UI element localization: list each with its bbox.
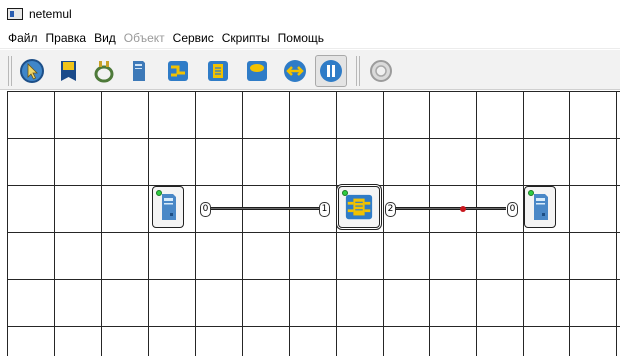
app-icon — [7, 7, 23, 20]
computer-device[interactable] — [524, 186, 556, 228]
settings-icon — [370, 60, 392, 82]
computer-icon — [133, 61, 145, 81]
hub-button[interactable] — [162, 55, 194, 87]
menu-scripts[interactable]: Скрипты — [218, 27, 274, 49]
menu-help[interactable]: Помощь — [274, 27, 328, 49]
menu-view[interactable]: Вид — [90, 27, 120, 49]
pause-button[interactable] — [315, 55, 347, 87]
hub-icon — [168, 61, 188, 81]
toolbar-handle[interactable] — [8, 56, 12, 86]
port-label[interactable]: 0 — [507, 202, 518, 217]
port-label[interactable]: 0 — [200, 202, 211, 217]
network-canvas[interactable]: 0 1 2 0 — [7, 91, 620, 356]
select-tool-icon — [20, 59, 44, 83]
port-label[interactable]: 1 — [319, 202, 330, 217]
cable-link[interactable] — [393, 207, 506, 210]
computer-device[interactable] — [152, 186, 184, 228]
switch-button[interactable] — [202, 55, 234, 87]
router-button[interactable] — [241, 55, 273, 87]
settings-button[interactable] — [365, 55, 397, 87]
text-note-icon — [61, 61, 76, 81]
select-tool-button[interactable] — [16, 55, 48, 87]
switch-icon — [345, 194, 373, 220]
pause-icon — [320, 60, 342, 82]
switch-icon — [208, 61, 228, 81]
router-icon — [247, 61, 267, 81]
menu-bar: Файл Правка Вид Объект Сервис Скрипты По… — [0, 27, 620, 49]
toolbar — [0, 50, 620, 90]
cable-icon — [94, 61, 114, 83]
cable-link[interactable] — [207, 207, 319, 210]
window-title: netemul — [29, 6, 72, 21]
title-bar: netemul — [0, 0, 620, 27]
text-note-button[interactable] — [53, 55, 85, 87]
cable-button[interactable] — [88, 55, 120, 87]
send-button[interactable] — [279, 55, 311, 87]
menu-service[interactable]: Сервис — [169, 27, 218, 49]
packet-marker — [460, 206, 466, 212]
switch-device[interactable] — [338, 186, 380, 228]
menu-edit[interactable]: Правка — [42, 27, 91, 49]
port-label[interactable]: 2 — [385, 202, 396, 217]
send-icon — [284, 60, 306, 82]
status-led — [342, 190, 348, 196]
menu-object[interactable]: Объект — [120, 27, 169, 49]
status-led — [156, 190, 162, 196]
menu-file[interactable]: Файл — [4, 27, 42, 49]
computer-button[interactable] — [122, 55, 154, 87]
status-led — [528, 190, 534, 196]
toolbar-separator — [356, 56, 360, 86]
